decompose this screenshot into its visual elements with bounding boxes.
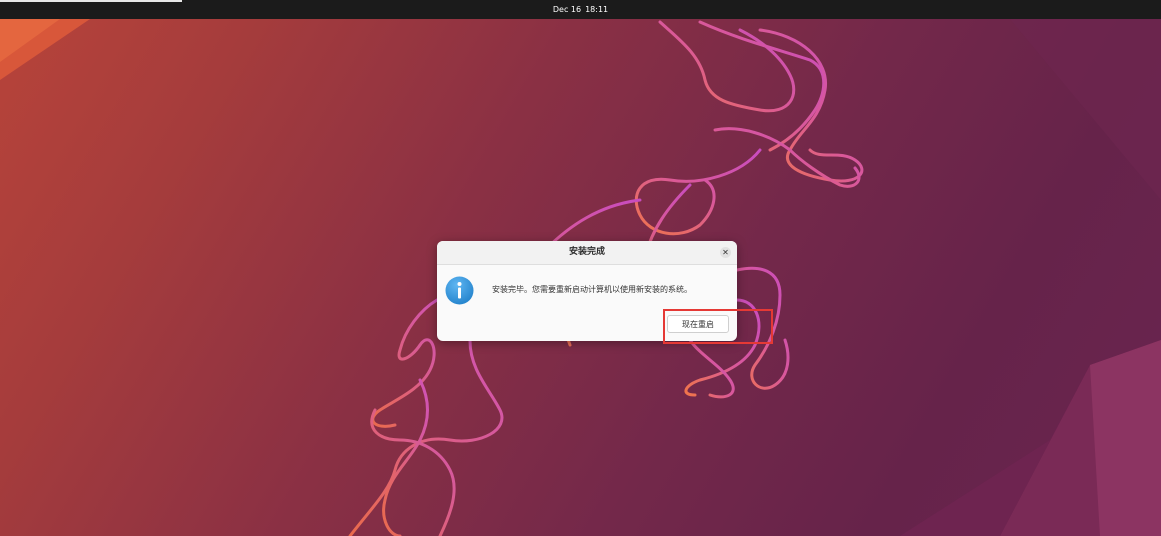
- install-complete-dialog: 安装完成 ✕ 安装完毕。您需要重新启动计算机以使用新安装的系统。 现在重启: [437, 241, 737, 341]
- clock-time: 18:11: [585, 5, 609, 14]
- clock-date: Dec 16: [552, 5, 582, 14]
- dialog-title: 安装完成: [568, 247, 605, 257]
- clock[interactable]: Dec 16 18:11: [0, 0, 1161, 19]
- desktop: Dec 16 18:11 安装完成 ✕ 安装完毕。您需要重新启动计算机以使用新安装…: [0, 0, 1161, 536]
- info-icon: [445, 276, 474, 305]
- restart-now-button[interactable]: 现在重启: [667, 315, 729, 333]
- close-icon[interactable]: ✕: [720, 247, 731, 258]
- dialog-message: 安装完毕。您需要重新启动计算机以使用新安装的系统。: [492, 285, 692, 294]
- dialog-header: 安装完成 ✕: [437, 241, 737, 265]
- top-bar: Dec 16 18:11: [0, 0, 1161, 19]
